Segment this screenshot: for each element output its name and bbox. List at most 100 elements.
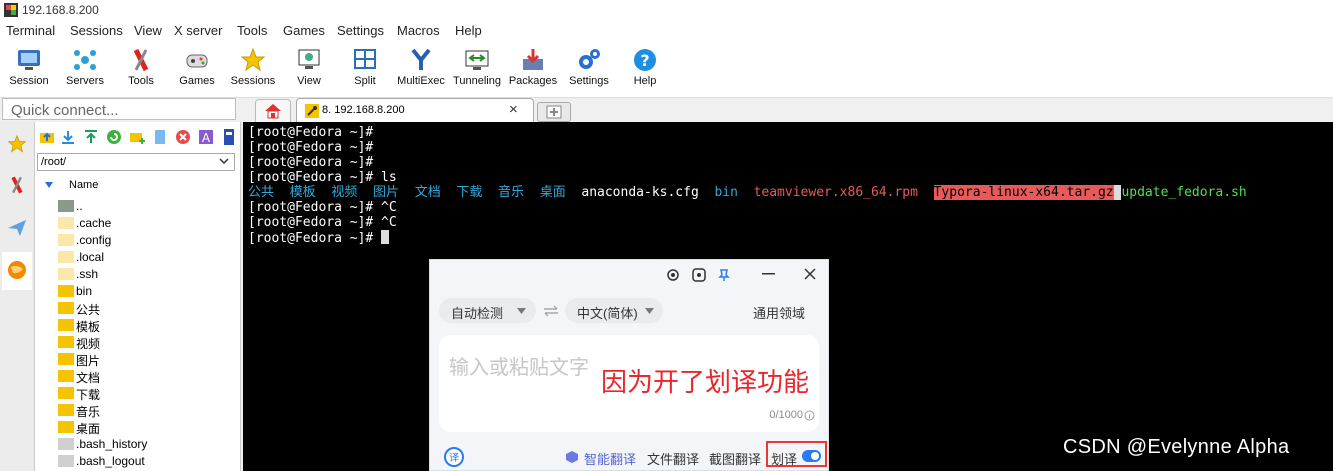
tab-close-icon[interactable]: ×: [509, 101, 518, 118]
path-value: /root/: [41, 156, 67, 168]
swap-languages-icon[interactable]: [543, 305, 559, 317]
file-row[interactable]: 公共: [58, 300, 238, 317]
domain-select[interactable]: 通用领域: [753, 303, 805, 322]
file-row[interactable]: .local: [58, 249, 238, 266]
svg-text:A: A: [202, 131, 211, 145]
view-button[interactable]: View: [281, 45, 337, 95]
pin-icon[interactable]: [717, 268, 731, 282]
menu-view[interactable]: View: [134, 23, 162, 38]
folder-icon: [58, 251, 74, 263]
file-translate-button[interactable]: 文件翻译: [647, 449, 699, 468]
menu-help[interactable]: Help: [455, 23, 482, 38]
quick-connect-input[interactable]: [9, 100, 233, 120]
screenshot-translate-button[interactable]: 截图翻译: [709, 449, 761, 468]
sessions-button[interactable]: Sessions: [225, 45, 281, 95]
sidebar-tab-sftp[interactable]: [2, 252, 32, 290]
folder-icon: [58, 302, 74, 314]
menu-settings[interactable]: Settings: [337, 23, 384, 38]
packages-icon: [523, 49, 543, 70]
tab-home[interactable]: [255, 99, 291, 122]
file-row[interactable]: 视频: [58, 334, 238, 351]
column-header-name[interactable]: Name: [35, 176, 240, 194]
split-icon: [354, 49, 376, 69]
menu-sessions[interactable]: Sessions: [70, 23, 123, 38]
download-icon[interactable]: [60, 129, 76, 145]
refresh-icon[interactable]: [106, 129, 122, 145]
source-language-select[interactable]: 自动检测: [439, 298, 536, 323]
rename-icon[interactable]: A: [198, 129, 214, 145]
file-row[interactable]: .bash_logout: [58, 453, 238, 470]
sidebar-tab-tools[interactable]: [2, 167, 32, 205]
properties-icon[interactable]: [221, 129, 237, 145]
tools-icon: [11, 176, 23, 194]
menu-games[interactable]: Games: [283, 23, 325, 38]
file-row[interactable]: 下载: [58, 385, 238, 402]
smart-translate-button[interactable]: 智能翻译: [584, 449, 636, 468]
terminal-line: [root@Fedora ~]#: [248, 140, 374, 155]
new-folder-icon[interactable]: [129, 129, 145, 145]
sidebar-tab-sessions[interactable]: [2, 126, 32, 164]
file-name: ..: [76, 199, 83, 213]
tools-icon: [133, 48, 149, 72]
help-button[interactable]: ? Help: [617, 45, 673, 95]
ls-output: 公共 模板 视频 图片 文档 下载 音乐 桌面 anaconda-ks.cfg …: [248, 185, 1247, 200]
close-icon[interactable]: [804, 268, 816, 280]
settings-button[interactable]: Settings: [561, 45, 617, 95]
upload-icon[interactable]: [83, 129, 99, 145]
chevron-down-icon: [645, 308, 654, 314]
file-name: .local: [76, 250, 105, 264]
smart-translate-cube-icon: [566, 451, 578, 463]
file-row[interactable]: 文档: [58, 368, 238, 385]
file-row[interactable]: 模板: [58, 317, 238, 334]
file-row[interactable]: .ssh: [58, 266, 238, 283]
folder-icon: [58, 336, 74, 348]
menu-macros[interactable]: Macros: [397, 23, 440, 38]
settings-icon[interactable]: [666, 268, 680, 282]
char-counter: 0/1000: [769, 409, 803, 421]
servers-button[interactable]: Servers: [57, 45, 113, 95]
folder-up-icon[interactable]: [39, 129, 55, 145]
file-row[interactable]: .config: [58, 232, 238, 249]
games-button[interactable]: Games: [169, 45, 225, 95]
hover-translate-toggle[interactable]: [802, 450, 821, 462]
multiexec-button[interactable]: MultiExec: [393, 45, 449, 95]
tools-button[interactable]: Tools: [113, 45, 169, 95]
terminal-line: [root@Fedora ~]# ^C: [248, 215, 397, 230]
menu-terminal[interactable]: Terminal: [6, 23, 55, 38]
screenshot-translate-icon[interactable]: [692, 268, 706, 282]
tab-session[interactable]: 8. 192.168.8.200 ×: [296, 98, 534, 123]
terminal-cursor: [381, 230, 390, 244]
split-button[interactable]: Split: [337, 45, 393, 95]
file-row[interactable]: ..: [58, 198, 238, 215]
target-language-select[interactable]: 中文(简体): [565, 298, 663, 323]
ssh-key-icon: [305, 104, 319, 118]
terminal-line: [root@Fedora ~]#: [248, 230, 390, 246]
folder-icon: [58, 370, 74, 382]
file-name: 公共: [76, 303, 101, 317]
file-row[interactable]: 音乐: [58, 402, 238, 419]
file-row[interactable]: .bash_history: [58, 436, 238, 453]
quick-connect-box: [2, 98, 236, 120]
menu-x-server[interactable]: X server: [174, 23, 222, 38]
file-row[interactable]: .cache: [58, 215, 238, 232]
menu-tools[interactable]: Tools: [237, 23, 267, 38]
minimize-icon[interactable]: [762, 273, 775, 275]
sort-desc-icon: [45, 182, 53, 188]
file-row[interactable]: bin: [58, 283, 238, 300]
new-file-icon[interactable]: [152, 129, 168, 145]
translate-placeholder: 输入或粘贴文字: [449, 357, 589, 379]
globe-icon: [8, 261, 26, 279]
file-row[interactable]: 图片: [58, 351, 238, 368]
session-button[interactable]: Session: [1, 45, 57, 95]
packages-button[interactable]: Packages: [505, 45, 561, 95]
sidebar-tab-macros[interactable]: [2, 210, 32, 248]
file-row[interactable]: 桌面: [58, 419, 238, 436]
annotation-text: 因为开了划译功能: [601, 368, 810, 398]
plus-icon: [546, 105, 562, 119]
new-tab-button[interactable]: [537, 102, 571, 122]
path-combo[interactable]: /root/: [37, 153, 235, 171]
file-name: bin: [76, 284, 93, 298]
delete-icon[interactable]: [175, 129, 191, 145]
paper-plane-icon: [8, 220, 26, 236]
tunneling-button[interactable]: Tunneling: [449, 45, 505, 95]
